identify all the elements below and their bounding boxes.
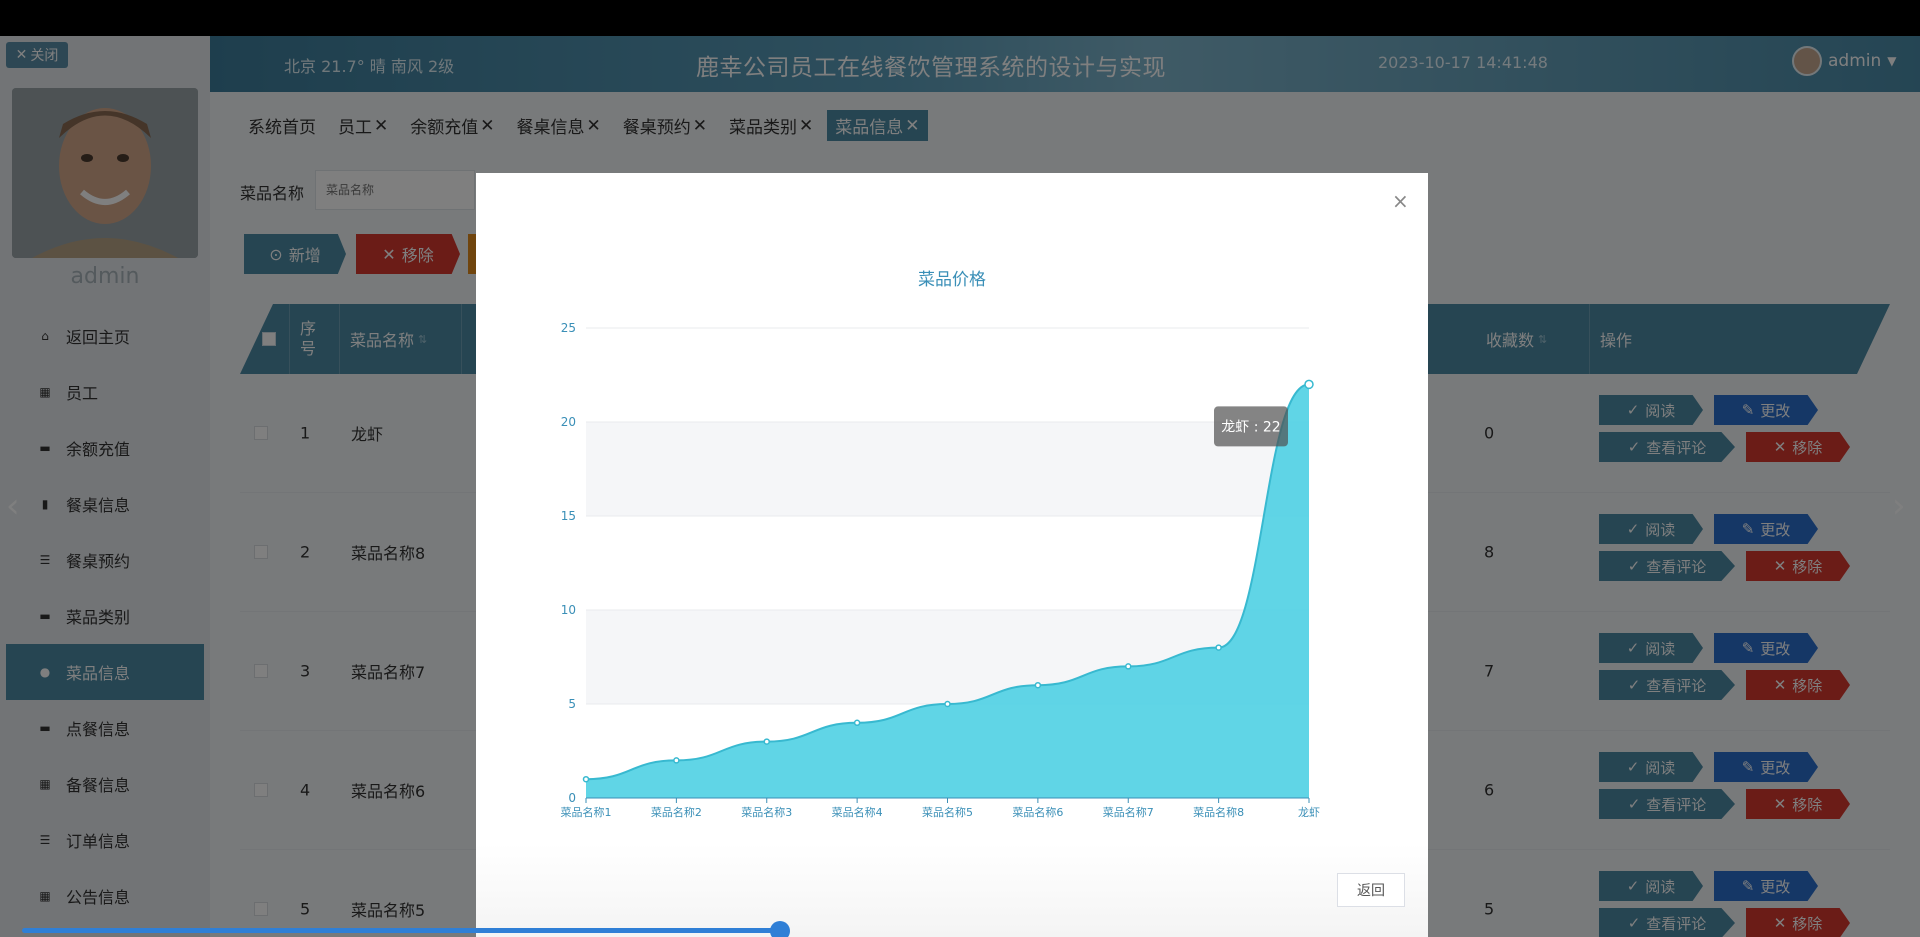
x-tick-label: 菜品名称5 (922, 805, 973, 819)
y-tick-label: 20 (561, 415, 576, 429)
data-point (944, 700, 951, 708)
data-point (1125, 663, 1132, 670)
video-progress-bar[interactable] (22, 928, 782, 933)
y-tick-label: 0 (568, 791, 576, 805)
x-tick-label: 龙虾 (1298, 806, 1320, 819)
x-tick-label: 菜品名称4 (832, 805, 883, 819)
x-tick-label: 菜品名称8 (1193, 805, 1244, 819)
data-point (673, 757, 680, 764)
y-tick-label: 10 (561, 603, 576, 617)
dialog-close-icon[interactable]: × (1392, 189, 1409, 213)
price-chart: 0 5 10 15 20 25 菜品名称1 菜品名称2 菜品名称3 菜品名称4 菜品名称5 菜品名称6… (561, 270, 1321, 819)
chart-title: 菜品价格 (918, 270, 986, 290)
back-button[interactable]: 返回 (1337, 873, 1405, 907)
progress-handle[interactable] (770, 921, 790, 937)
x-tick-label: 菜品名称6 (1012, 805, 1063, 819)
y-tick-label: 25 (561, 321, 576, 335)
data-point (1304, 379, 1314, 390)
data-point (1034, 681, 1042, 689)
data-point (582, 775, 590, 783)
data-point (853, 719, 861, 727)
modal-overlay[interactable]: 0 5 10 15 20 25 菜品名称1 菜品名称2 菜品名称3 菜品名称4 菜品名称5 菜品名称6… (0, 36, 1920, 937)
x-tick-label: 菜品名称1 (561, 805, 612, 819)
data-point (763, 738, 770, 745)
x-tick-label: 菜品名称3 (741, 805, 792, 819)
tooltip-text: 龙虾 : 22 (1221, 419, 1280, 435)
grid-band (586, 422, 1309, 516)
chart-dialog: 0 5 10 15 20 25 菜品名称1 菜品名称2 菜品名称3 菜品名称4 菜品名称5 菜品名称6… (476, 173, 1428, 937)
app-screen: ✕ 关闭 admin ⌂返回主页▦员工▬余额充值▮餐桌信息☰餐桌预约▬菜品类别●… (0, 36, 1920, 937)
y-tick-label: 5 (568, 697, 576, 711)
y-tick-label: 15 (561, 509, 576, 523)
dialog-footer (476, 844, 1428, 937)
data-point (1215, 644, 1222, 651)
x-tick-label: 菜品名称2 (651, 805, 702, 819)
x-tick-label: 菜品名称7 (1103, 805, 1154, 819)
